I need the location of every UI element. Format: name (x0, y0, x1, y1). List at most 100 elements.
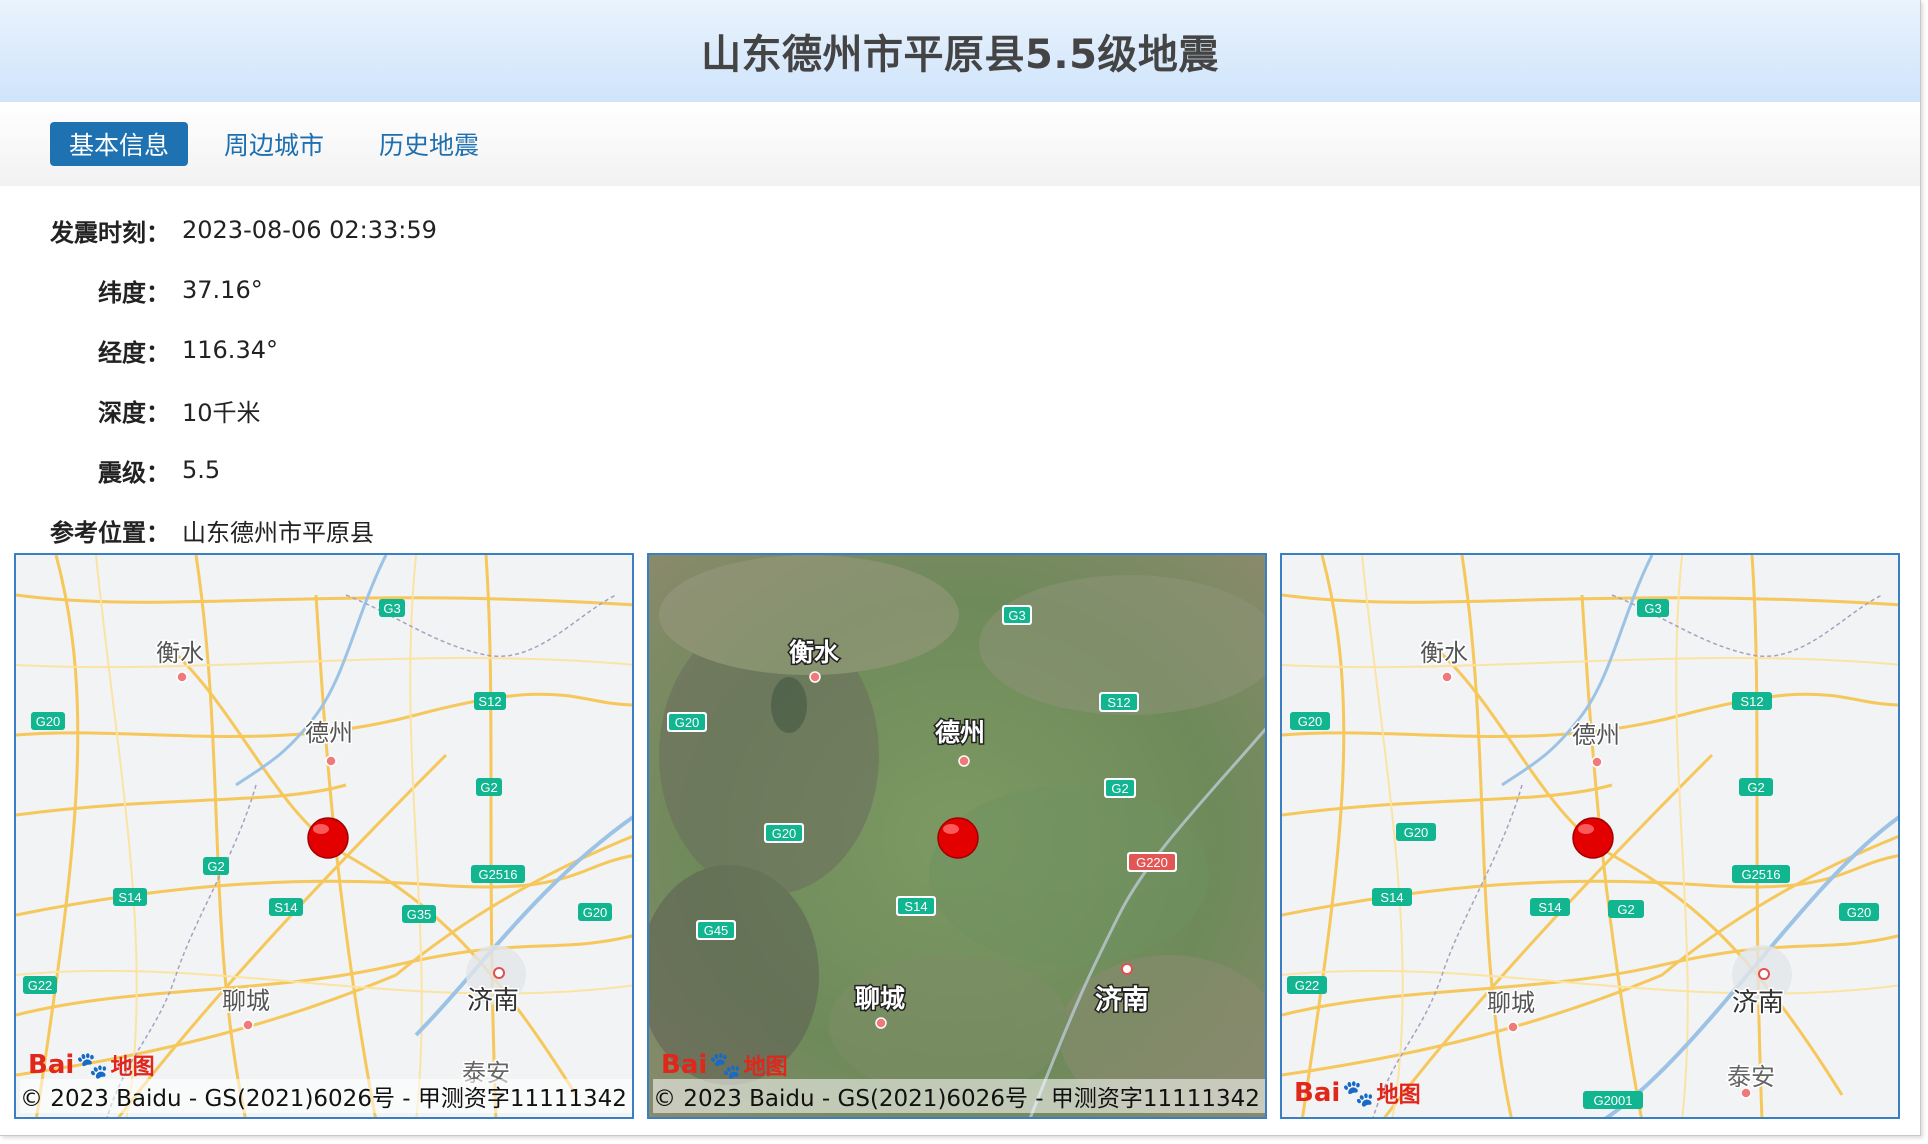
road-badge: G220 (1136, 855, 1168, 870)
city-label-dezhou: 德州 (935, 718, 985, 747)
tab-history-quakes[interactable]: 历史地震 (360, 122, 498, 166)
depth-label: 深度： (98, 398, 170, 427)
road-badge: G2 (1111, 781, 1128, 796)
city-dot-icon (875, 1017, 887, 1029)
city-label-liaocheng: 聊城 (1487, 989, 1535, 1017)
city-label-dezhou: 德州 (305, 719, 353, 747)
baidu-paw-icon: 🐾 (1342, 1077, 1375, 1108)
time-value: 2023-08-06 02:33:59 (182, 216, 437, 244)
road-badge: G20 (583, 905, 608, 920)
baidu-paw-icon: 🐾 (709, 1049, 742, 1080)
city-label-dezhou: 德州 (1572, 721, 1620, 749)
road-badge: G20 (1404, 825, 1429, 840)
city-label-taian: 泰安 (1727, 1063, 1775, 1091)
lon-value: 116.34° (182, 336, 278, 364)
road-badge: G20 (1298, 714, 1323, 729)
road-badge: S14 (1380, 890, 1403, 905)
tab-basic-info[interactable]: 基本信息 (50, 122, 189, 166)
baidu-logo: Bai 🐾 地图 (661, 1049, 788, 1081)
city-dot-icon (1441, 671, 1453, 683)
satellite-map-center[interactable]: G3 G20 S12 G2 G20 G220 S14 G45 衡水 德州 聊城 … (647, 553, 1267, 1119)
road-badge: G35 (407, 907, 432, 922)
lat-value: 37.16° (182, 276, 263, 304)
baidu-logo: Bai 🐾 地图 (28, 1049, 155, 1081)
city-label-hengshui: 衡水 (1420, 639, 1468, 667)
city-dot-icon (325, 755, 337, 767)
road-badge: S12 (478, 694, 501, 709)
road-badge: G2001 (1593, 1093, 1632, 1108)
city-dot-icon (1740, 1087, 1752, 1099)
magnitude-label: 震级： (98, 458, 170, 487)
road-badge: S14 (1538, 900, 1561, 915)
satellite-map-canvas: G3 G20 S12 G2 G20 G220 S14 G45 衡水 德州 聊城 … (649, 555, 1265, 1117)
road-badge: G2 (207, 859, 224, 874)
road-badge: G2 (1747, 780, 1764, 795)
city-dot-icon (242, 1019, 254, 1031)
tab-bar: 基本信息 周边城市 历史地震 (0, 102, 1920, 186)
city-label-liaocheng: 聊城 (855, 984, 905, 1013)
road-badge: S14 (274, 900, 297, 915)
map-strip: G3 G20 S12 G2 G2 G2516 S14 S14 G35 G20 G… (14, 553, 1900, 1119)
info-row-depth: 深度： 10千米 (0, 380, 1920, 440)
city-label-hengshui: 衡水 (156, 639, 204, 667)
page: 山东德州市平原县5.5级地震 基本信息 周边城市 历史地震 发震时刻： 2023… (0, 0, 1921, 1136)
location-label: 参考位置： (50, 518, 170, 547)
map-copyright: © 2023 Baidu - GS(2021)6026号 - 甲测资字11111… (653, 1079, 1265, 1113)
city-dot-icon (1758, 968, 1770, 980)
baidu-logo: Bai 🐾 地图 (1294, 1077, 1421, 1109)
road-badge: S14 (118, 890, 141, 905)
info-row-location: 参考位置： 山东德州市平原县 (0, 500, 1920, 560)
city-dot-icon (809, 671, 821, 683)
road-badge: G3 (1008, 608, 1025, 623)
lon-label: 经度： (98, 338, 170, 367)
road-badge: G20 (675, 715, 700, 730)
road-badge: G20 (36, 714, 61, 729)
time-label: 发震时刻： (50, 218, 170, 247)
road-badge: G2516 (478, 867, 517, 882)
road-badge: G22 (1295, 978, 1320, 993)
road-badge: G3 (1644, 601, 1661, 616)
info-row-magnitude: 震级： 5.5 (0, 440, 1920, 500)
city-label-liaocheng: 聊城 (222, 987, 270, 1015)
city-label-hengshui: 衡水 (789, 638, 840, 667)
road-map-right-canvas: G3 G20 S12 G2 G20 G2516 S14 S14 G2 G20 G… (1282, 555, 1898, 1117)
city-dot-icon (958, 755, 970, 767)
road-badge: S12 (1740, 694, 1763, 709)
road-badge: G3 (383, 601, 400, 616)
page-title: 山东德州市平原县5.5级地震 (701, 32, 1219, 78)
depth-value: 10千米 (182, 398, 261, 427)
lat-label: 纬度： (98, 278, 170, 307)
road-badge: G45 (704, 923, 729, 938)
road-badge: G20 (1847, 905, 1872, 920)
epicenter-marker-icon (1572, 817, 1614, 859)
map-copyright: © 2023 Baidu - GS(2021)6026号 - 甲测资字11111… (20, 1079, 632, 1113)
road-badge: G2 (480, 780, 497, 795)
info-row-lat: 纬度： 37.16° (0, 260, 1920, 320)
city-dot-icon (176, 671, 188, 683)
city-dot-icon (1591, 756, 1603, 768)
road-badge: S14 (904, 899, 927, 914)
city-label-jinan: 济南 (1095, 985, 1149, 1016)
header: 山东德州市平原县5.5级地震 (0, 0, 1920, 102)
location-value: 山东德州市平原县 (182, 518, 374, 547)
epicenter-marker-icon (937, 817, 979, 859)
info-row-lon: 经度： 116.34° (0, 320, 1920, 380)
tab-nearby-cities[interactable]: 周边城市 (205, 122, 343, 166)
road-badge: S12 (1107, 695, 1130, 710)
city-dot-icon (1507, 1021, 1519, 1033)
epicenter-marker-icon (307, 817, 349, 859)
road-badge: G2516 (1741, 867, 1780, 882)
road-badge: G20 (772, 826, 797, 841)
magnitude-value: 5.5 (182, 456, 221, 484)
road-map-left[interactable]: G3 G20 S12 G2 G2 G2516 S14 S14 G35 G20 G… (14, 553, 634, 1119)
city-dot-icon (493, 967, 505, 979)
info-panel: 发震时刻： 2023-08-06 02:33:59 纬度： 37.16° 经度：… (0, 186, 1920, 560)
road-badge: G22 (28, 978, 53, 993)
road-badge: G2 (1617, 902, 1634, 917)
road-map-left-canvas: G3 G20 S12 G2 G2 G2516 S14 S14 G35 G20 G… (16, 555, 632, 1117)
baidu-paw-icon: 🐾 (76, 1049, 109, 1080)
road-map-right[interactable]: G3 G20 S12 G2 G20 G2516 S14 S14 G2 G20 G… (1280, 553, 1900, 1119)
city-label-jinan: 济南 (1732, 988, 1784, 1018)
info-row-time: 发震时刻： 2023-08-06 02:33:59 (0, 200, 1920, 260)
city-label-jinan: 济南 (467, 986, 519, 1016)
